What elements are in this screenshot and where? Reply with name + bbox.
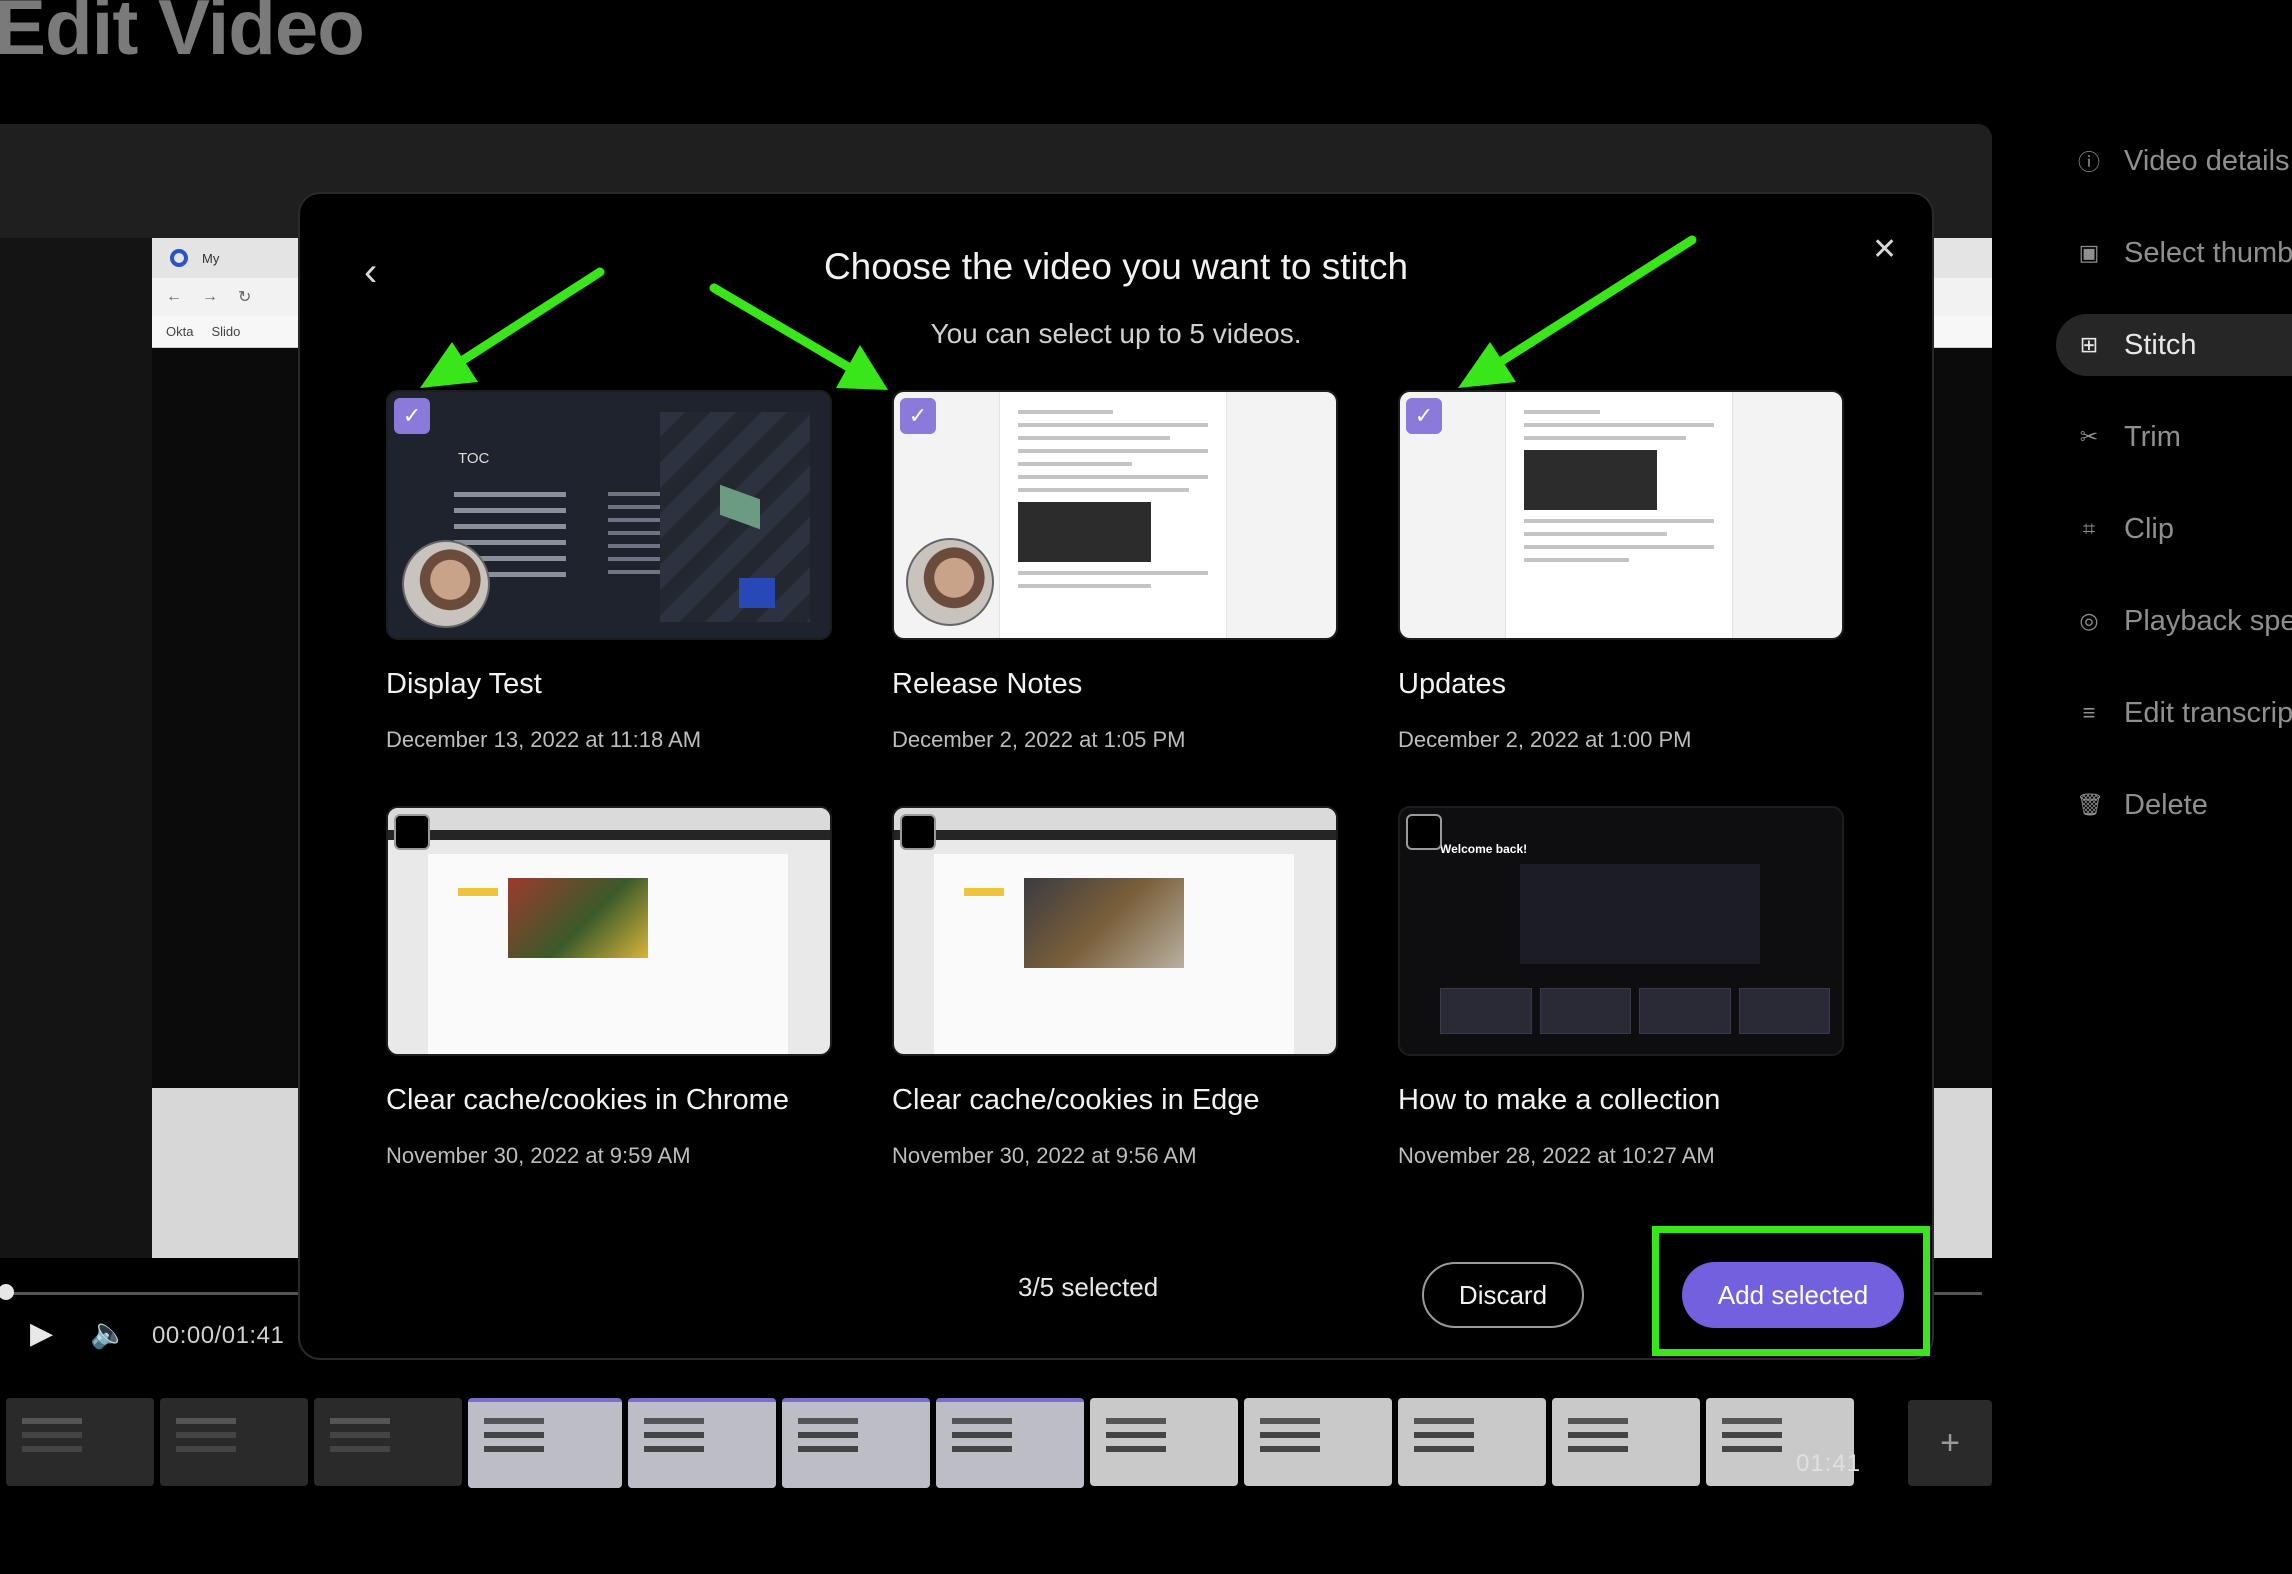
- play-icon[interactable]: ▶: [30, 1316, 53, 1351]
- timeline-frame: [628, 1398, 776, 1488]
- thumbnail-text: TOC: [458, 450, 490, 467]
- timeline-frame: [936, 1398, 1084, 1488]
- video-thumbnail[interactable]: [386, 806, 832, 1056]
- dialog-subtitle: You can select up to 5 videos.: [930, 318, 1302, 349]
- sidebar-item-delete[interactable]: 🗑 Delete: [2056, 774, 2292, 836]
- back-icon: ←: [166, 288, 182, 305]
- timeline-end-time: 01:41: [1796, 1450, 1862, 1477]
- video-date: December 13, 2022 at 11:18 AM: [386, 727, 702, 752]
- video-date: November 30, 2022 at 9:56 AM: [892, 1143, 1197, 1168]
- select-checkbox[interactable]: ✓: [900, 398, 936, 434]
- editor-sidebar: ⓘ Video details ▣ Select thumb ⊞ Stitch …: [2056, 130, 2292, 866]
- sidebar-item-label: Trim: [2124, 420, 2181, 453]
- annotation-highlight-box: [1652, 1226, 1930, 1356]
- volume-icon[interactable]: 🔈: [90, 1316, 127, 1351]
- timeline-frame: [6, 1398, 154, 1486]
- select-checkbox[interactable]: ✓: [394, 398, 430, 434]
- video-card[interactable]: ✓ Updates December 2, 2022 at 1:00 PM: [1398, 390, 1844, 753]
- bookmark-okta: Okta: [166, 324, 194, 339]
- timeline[interactable]: [0, 1398, 1878, 1488]
- timeline-frame: [782, 1398, 930, 1488]
- thumbnail-text: Welcome back!: [1440, 842, 1528, 856]
- video-title: Display Test: [386, 668, 542, 700]
- progress-knob[interactable]: [0, 1284, 14, 1300]
- video-thumbnail[interactable]: TOC ✓: [386, 390, 832, 640]
- lines-icon: ≡: [2082, 700, 2096, 725]
- browser-tab-label: My: [202, 250, 220, 266]
- speed-icon: ◎: [2079, 608, 2099, 633]
- plus-icon[interactable]: +: [1908, 1400, 1992, 1486]
- forward-icon: →: [202, 288, 218, 305]
- scissors-icon: ✂: [2079, 424, 2099, 449]
- video-card[interactable]: TOC ✓ Display Test December 13, 2022 at …: [386, 390, 832, 753]
- bookmark-slido: Slido: [211, 324, 241, 339]
- sidebar-item-label: Stitch: [2124, 328, 2197, 361]
- crop-icon: ⌗: [2082, 516, 2096, 541]
- sidebar-item-stitch[interactable]: ⊞ Stitch: [2056, 314, 2292, 376]
- video-date: November 28, 2022 at 10:27 AM: [1398, 1143, 1715, 1168]
- video-card[interactable]: Welcome back! How to make a collection N…: [1398, 806, 1844, 1169]
- timeline-frame: [1552, 1398, 1700, 1486]
- selected-count: 3/5 selected: [1018, 1272, 1159, 1302]
- timeline-frame: [314, 1398, 462, 1486]
- presenter-avatar: [906, 538, 994, 626]
- timeline-frame: [1090, 1398, 1238, 1486]
- sidebar-item-trim[interactable]: ✂ Trim: [2056, 406, 2292, 468]
- trash-icon: 🗑: [2076, 792, 2104, 817]
- select-checkbox[interactable]: [1406, 814, 1442, 850]
- sidebar-item-video-details[interactable]: ⓘ Video details: [2056, 130, 2292, 192]
- sidebar-item-select-thumbnail[interactable]: ▣ Select thumb: [2056, 222, 2292, 284]
- image-icon: ▣: [2078, 240, 2100, 265]
- video-card[interactable]: Clear cache/cookies in Chrome November 3…: [386, 806, 832, 1169]
- video-title: How to make a collection: [1398, 1084, 1721, 1116]
- sidebar-item-label: Playback spe: [2124, 604, 2292, 637]
- select-checkbox[interactable]: ✓: [1406, 398, 1442, 434]
- sidebar-item-label: Video details: [2124, 144, 2290, 177]
- video-card[interactable]: ✓ Release Notes December 2, 2022 at 1:05…: [892, 390, 1338, 753]
- video-title: Updates: [1398, 668, 1507, 700]
- dialog-title: Choose the video you want to stitch: [823, 246, 1409, 287]
- select-checkbox[interactable]: [900, 814, 936, 850]
- stitch-dialog: ‹ ✕ Choose the video you want to stitch …: [298, 192, 1934, 1360]
- video-date: December 2, 2022 at 1:05 PM: [892, 727, 1186, 752]
- video-thumbnail[interactable]: Welcome back!: [1398, 806, 1844, 1056]
- sidebar-item-label: Clip: [2124, 512, 2174, 545]
- sidebar-item-label: Select thumb: [2124, 236, 2292, 269]
- sidebar-item-clip[interactable]: ⌗ Clip: [2056, 498, 2292, 560]
- stitch-icon: ⊞: [2079, 332, 2099, 357]
- video-date: November 30, 2022 at 9:59 AM: [386, 1143, 691, 1168]
- info-icon: ⓘ: [2077, 150, 2100, 175]
- video-thumbnail[interactable]: ✓: [1398, 390, 1844, 640]
- timeline-frame: [468, 1398, 622, 1488]
- video-title: Clear cache/cookies in Chrome: [386, 1084, 789, 1116]
- select-checkbox[interactable]: [394, 814, 430, 850]
- page-title: Edit Video: [0, 0, 365, 71]
- video-title: Clear cache/cookies in Edge: [892, 1084, 1260, 1116]
- sidebar-item-label: Edit transcrip: [2124, 696, 2292, 729]
- presenter-avatar: [402, 540, 490, 628]
- video-thumbnail[interactable]: ✓: [892, 390, 1338, 640]
- video-thumbnail[interactable]: [892, 806, 1338, 1056]
- sidebar-item-playback-speed[interactable]: ◎ Playback spe: [2056, 590, 2292, 652]
- reload-icon: ↻: [238, 289, 252, 306]
- video-date: December 2, 2022 at 1:00 PM: [1398, 727, 1692, 752]
- discard-button[interactable]: Discard: [1422, 1262, 1584, 1328]
- video-title: Release Notes: [892, 668, 1083, 700]
- video-card[interactable]: Clear cache/cookies in Edge November 30,…: [892, 806, 1338, 1169]
- sidebar-item-label: Delete: [2124, 788, 2208, 821]
- timeline-frame: [1244, 1398, 1392, 1486]
- sidebar-item-edit-transcript[interactable]: ≡ Edit transcrip: [2056, 682, 2292, 744]
- okta-logo-icon: [170, 249, 188, 267]
- time-display: 00:00/01:41: [152, 1322, 285, 1349]
- timeline-frame: [1398, 1398, 1546, 1486]
- timeline-frame: [160, 1398, 308, 1486]
